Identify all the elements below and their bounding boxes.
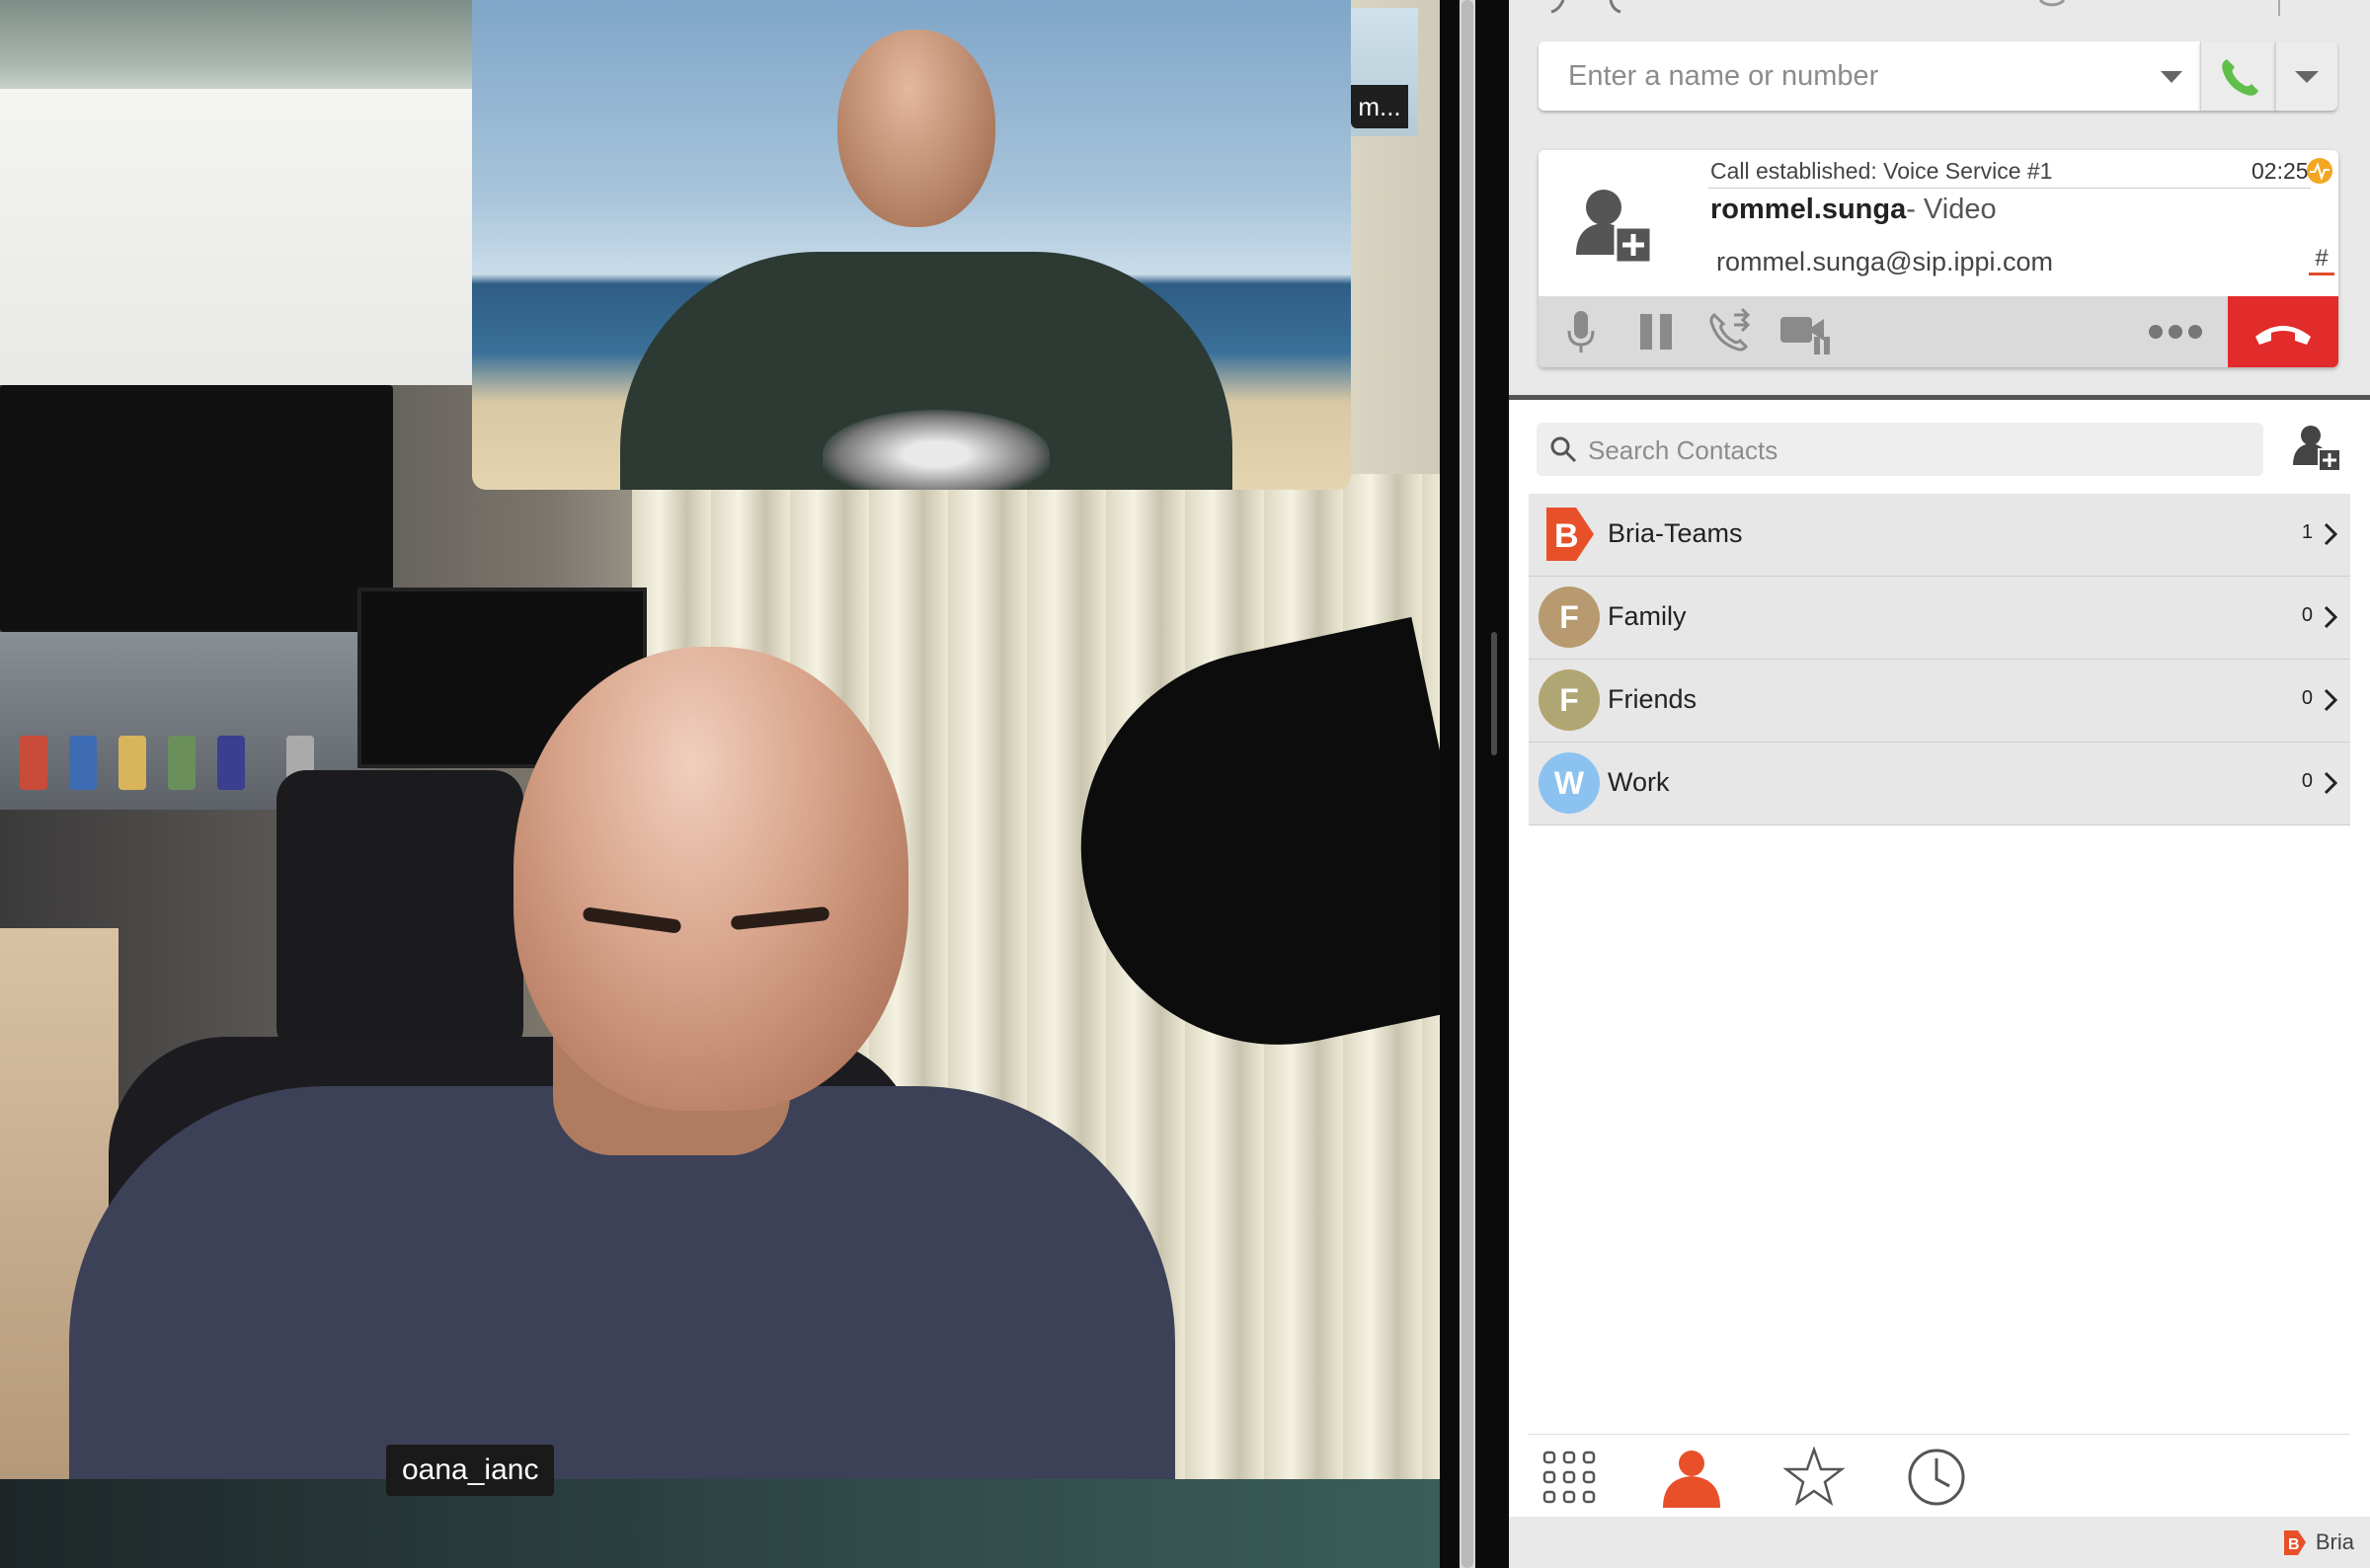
contacts-icon <box>1663 1450 1720 1508</box>
group-count: 0 <box>2301 604 2313 626</box>
video-bottom-bar <box>0 1479 1440 1568</box>
group-avatar: F <box>1539 587 1600 648</box>
call-button[interactable] <box>2200 41 2276 111</box>
dialpad-icon <box>1542 1450 1596 1504</box>
nav-contacts[interactable] <box>1661 1447 1722 1508</box>
call-sip-address: rommel.sunga@sip.ippi.com <box>1716 247 2054 276</box>
video-pause-button[interactable] <box>1772 296 1841 367</box>
chevron-right-icon <box>2324 771 2338 795</box>
chevron-down-icon <box>2295 71 2319 83</box>
call-quality-icon <box>2305 156 2334 186</box>
contact-group-row[interactable]: F Family 0 <box>1529 577 2350 660</box>
participant-head <box>514 647 908 1111</box>
pip-participant-head <box>837 30 995 227</box>
phone-icon <box>2222 59 2258 96</box>
footer-brand: B Bria <box>2280 1527 2354 1558</box>
add-contact-button[interactable] <box>2289 420 2344 475</box>
contact-name-text: rommel.sunga <box>1710 194 1907 225</box>
hold-button[interactable] <box>1621 296 1691 367</box>
video-camera-icon <box>1780 317 1830 354</box>
call-controls <box>1539 296 2338 367</box>
group-label: Friends <box>1608 684 1698 714</box>
more-options-button[interactable] <box>2131 296 2220 367</box>
background-blur <box>0 0 474 91</box>
search-icon <box>1548 434 1578 464</box>
contact-group-row[interactable]: W Work 0 <box>1529 743 2350 825</box>
main-video: oana_ianc m... <box>0 0 1440 1568</box>
group-count: 1 <box>2301 521 2313 543</box>
call-type: - Video <box>1906 194 1997 225</box>
microphone-icon <box>1567 311 1595 353</box>
background-chair <box>276 770 523 1057</box>
mute-button[interactable] <box>1546 296 1616 367</box>
group-avatar: F <box>1539 669 1600 731</box>
dialer-input[interactable] <box>1539 41 2171 111</box>
add-contact-avatar-icon[interactable] <box>1562 174 1661 273</box>
call-contact-name: rommel.sunga- Video <box>1710 194 1997 226</box>
call-timer: 02:25 <box>2252 158 2309 184</box>
footer-brand-text: Bria <box>2315 1529 2354 1554</box>
transfer-button[interactable] <box>1697 296 1766 367</box>
contact-group-row[interactable]: F Friends 0 <box>1529 660 2350 743</box>
group-label: Bria-Teams <box>1608 518 1743 548</box>
pip-video[interactable] <box>472 0 1351 490</box>
pip-shirt-print <box>823 410 1050 490</box>
contact-group-row[interactable]: B Bria-Teams 1 <box>1529 494 2350 577</box>
background-window <box>0 89 514 385</box>
active-call-card: Call established: Voice Service #1 02:25… <box>1539 150 2338 367</box>
split-resize-handle[interactable] <box>1491 632 1497 755</box>
contact-groups: B Bria-Teams 1 F Family 0 F Friends 0 W Work 0 <box>1529 494 2350 825</box>
history-icon <box>1908 1449 1965 1506</box>
call-transfer-icon <box>1709 307 1751 352</box>
nav-history[interactable] <box>1906 1447 1967 1508</box>
background-tv <box>0 385 393 632</box>
scrollbar-thumb[interactable] <box>1462 0 1473 1568</box>
bria-panel: Call established: Voice Service #1 02:25… <box>1509 0 2370 1568</box>
group-label: Work <box>1608 767 1670 797</box>
call-status: Call established: Voice Service #1 <box>1710 158 2053 184</box>
contact-search-field[interactable] <box>1537 423 2263 478</box>
svg-text:B: B <box>1554 517 1579 555</box>
bria-teams-logo-icon: B <box>1539 504 1600 565</box>
keypad-button[interactable]: # <box>2309 245 2334 275</box>
search-input[interactable] <box>1586 423 2252 478</box>
dialer-field[interactable] <box>1539 41 2200 111</box>
nav-dialpad[interactable] <box>1539 1447 1600 1508</box>
add-user-icon <box>2293 426 2341 472</box>
svg-text:B: B <box>2288 1536 2300 1553</box>
favorites-icon <box>1783 1447 1845 1507</box>
end-call-icon <box>2255 326 2311 345</box>
bottom-navigation <box>1529 1434 2350 1518</box>
call-area: Call established: Voice Service #1 02:25… <box>1509 0 2370 400</box>
section-separator <box>1509 395 2370 400</box>
dialer-dropdown-icon[interactable] <box>2143 41 2200 111</box>
nav-favorites[interactable] <box>1783 1447 1845 1508</box>
group-count: 0 <box>2301 770 2313 792</box>
group-count: 0 <box>2301 687 2313 709</box>
chevron-right-icon <box>2324 605 2338 629</box>
toolbar-stub <box>1509 0 2370 16</box>
footer: B Bria <box>1509 1517 2370 1568</box>
bria-logo-icon: B <box>2283 1530 2306 1555</box>
call-options-button[interactable] <box>2275 41 2337 111</box>
participant-name-tag: oana_ianc <box>386 1445 555 1496</box>
chevron-right-icon <box>2324 522 2338 546</box>
tile-name-label: m... <box>1351 85 1408 128</box>
ellipsis-icon <box>2149 325 2202 339</box>
group-avatar: W <box>1539 752 1600 814</box>
chevron-right-icon <box>2324 688 2338 712</box>
pause-icon <box>1640 314 1672 350</box>
status-divider <box>1708 188 2311 189</box>
hangup-button[interactable] <box>2228 296 2338 367</box>
group-label: Family <box>1608 601 1687 631</box>
